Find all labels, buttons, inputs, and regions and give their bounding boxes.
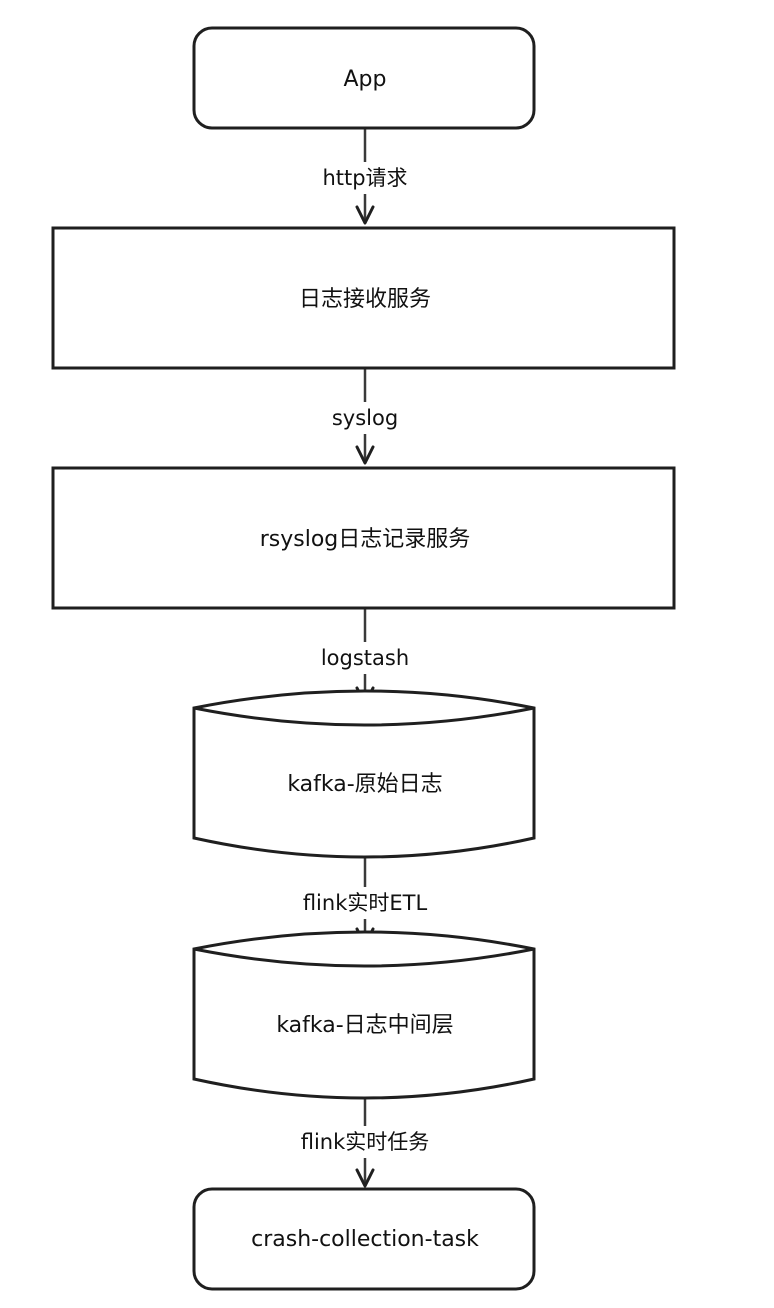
flowchart-diagram: http请求 syslog logstash flink实时ETL flink实… <box>51 26 676 1291</box>
edge-label-http: http请求 <box>312 162 418 194</box>
node-rsyslog: rsyslog日志记录服务 <box>51 466 676 610</box>
node-label: kafka-日志中间层 <box>276 1013 453 1038</box>
node-label: kafka-原始日志 <box>287 772 442 797</box>
edge-label-text: http请求 <box>322 166 407 190</box>
node-crash-task: crash-collection-task <box>192 1187 536 1291</box>
edge-label-logstash: logstash <box>315 642 415 674</box>
edge-label-text: flink实时ETL <box>303 891 428 915</box>
node-log-receiver: 日志接收服务 <box>51 226 676 370</box>
node-label: crash-collection-task <box>251 1227 479 1252</box>
node-kafka-middle: kafka-日志中间层 <box>192 930 536 1100</box>
edge-label-text: logstash <box>321 646 409 670</box>
edge-label-flink-task: flink实时任务 <box>291 1126 439 1158</box>
edge-label-flink-etl: flink实时ETL <box>293 887 437 919</box>
node-label: App <box>344 67 387 92</box>
node-kafka-raw: kafka-原始日志 <box>192 689 536 859</box>
node-label: rsyslog日志记录服务 <box>260 527 471 552</box>
edge-label-syslog: syslog <box>325 402 405 434</box>
node-label: 日志接收服务 <box>299 287 431 312</box>
edge-label-text: flink实时任务 <box>301 1130 430 1154</box>
edge-label-text: syslog <box>332 406 398 430</box>
node-app: App <box>192 26 536 130</box>
